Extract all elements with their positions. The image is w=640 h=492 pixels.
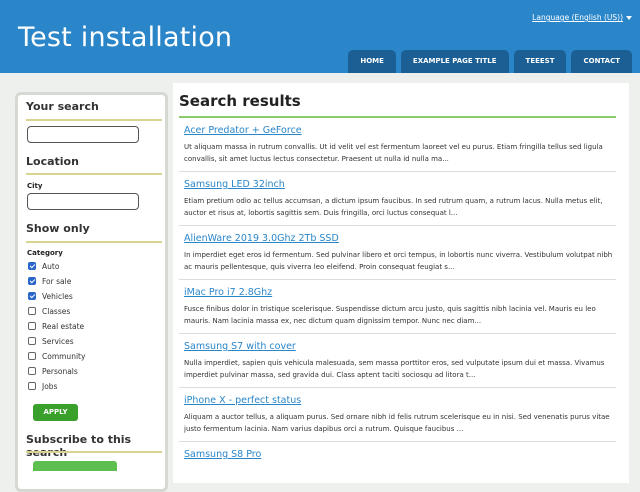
result-divider <box>179 333 616 334</box>
category-checkbox[interactable] <box>28 352 36 360</box>
result-divider <box>179 441 616 442</box>
category-option-label: Services <box>42 336 74 346</box>
category-option[interactable]: Jobs <box>28 380 57 392</box>
result-description: Etiam pretium odio ac tellus accumsan, a… <box>184 197 603 217</box>
search-input[interactable] <box>27 126 139 143</box>
city-label: City <box>27 182 43 190</box>
subscribe-heading: Subscribe to this search <box>26 433 132 459</box>
category-option-label: Auto <box>42 261 60 271</box>
result-item: Samsung S7 with cover Nulla imperdiet, sa… <box>184 341 616 381</box>
site-header: Test installation Language (English (US)… <box>0 0 640 73</box>
search-sidebar: Your search Location City Show only Cate… <box>15 92 168 492</box>
site-title[interactable]: Test installation <box>18 22 232 53</box>
nav-example-page-title[interactable]: EXAMPLE PAGE TITLE <box>400 50 509 73</box>
category-option-label: Personals <box>42 366 78 376</box>
category-option[interactable]: Auto <box>28 260 59 272</box>
result-title-link[interactable]: AlienWare 2019 3.0Ghz 2Tb SSD <box>184 233 616 244</box>
result-divider <box>179 387 616 388</box>
result-item: Samsung S8 Pro <box>184 449 616 460</box>
category-option[interactable]: Classes <box>28 305 70 317</box>
page-title: Search results <box>179 92 301 110</box>
category-label: Category <box>27 249 63 257</box>
result-item: Samsung LED 32inch Etiam pretium odio ac … <box>184 179 616 219</box>
category-option[interactable]: For sale <box>28 275 71 287</box>
title-divider <box>179 116 616 118</box>
category-checkbox[interactable] <box>28 307 36 315</box>
your-search-heading: Your search <box>26 100 99 113</box>
category-option[interactable]: Services <box>28 335 74 347</box>
subscribe-button[interactable] <box>33 461 117 471</box>
main-nav: HOME EXAMPLE PAGE TITLE TEEEST CONTACT <box>348 50 632 73</box>
result-divider <box>179 171 616 172</box>
show-only-heading: Show only <box>26 222 90 235</box>
result-description: Nulla imperdiet, sapien quis vehicula ma… <box>184 359 605 379</box>
result-divider <box>179 279 616 280</box>
city-input[interactable] <box>27 193 139 210</box>
category-option[interactable]: Real estate <box>28 320 84 332</box>
result-title-link[interactable]: Samsung S8 Pro <box>184 449 616 460</box>
category-option-label: Vehicles <box>42 291 73 301</box>
location-heading: Location <box>26 155 79 168</box>
category-checkbox[interactable] <box>28 292 36 300</box>
result-title-link[interactable]: iMac Pro i7 2.8Ghz <box>184 287 616 298</box>
result-title-link[interactable]: Samsung LED 32inch <box>184 179 616 190</box>
result-item: AlienWare 2019 3.0Ghz 2Tb SSD In imperdie… <box>184 233 616 273</box>
category-option-label: Real estate <box>42 321 85 331</box>
apply-button[interactable]: APPLY <box>33 404 78 421</box>
result-description: Fusce finibus dolor in tristique sceleri… <box>184 305 596 325</box>
result-description: In imperdiet eget eros id fermentum. Sed… <box>184 251 613 271</box>
category-option-label: For sale <box>42 276 72 286</box>
nav-home[interactable]: HOME <box>348 50 396 73</box>
chevron-down-icon[interactable] <box>626 16 632 20</box>
category-option-label: Jobs <box>42 381 58 391</box>
category-option[interactable]: Personals <box>28 365 78 377</box>
language-selector[interactable]: Language (English (US)) <box>532 13 632 22</box>
result-description: Aliquam a auctor tellus, a aliquam purus… <box>184 413 610 433</box>
category-option-label: Classes <box>42 306 71 316</box>
result-divider <box>179 225 616 226</box>
heading-divider <box>26 119 162 121</box>
category-checkbox[interactable] <box>28 367 36 375</box>
category-option-label: Community <box>42 351 86 361</box>
result-title-link[interactable]: Samsung S7 with cover <box>184 341 616 352</box>
heading-divider <box>26 241 162 243</box>
language-label[interactable]: Language (English (US)) <box>532 13 623 22</box>
category-checkbox[interactable] <box>28 322 36 330</box>
category-checkbox[interactable] <box>28 277 36 285</box>
category-checkbox[interactable] <box>28 382 36 390</box>
category-option[interactable]: Community <box>28 350 85 362</box>
result-title-link[interactable]: Acer Predator + GeForce <box>184 125 616 136</box>
main-content: Search results Acer Predator + GeForce Ut… <box>173 83 629 483</box>
category-option[interactable]: Vehicles <box>28 290 73 302</box>
category-checkbox[interactable] <box>28 337 36 345</box>
result-item: Acer Predator + GeForce Ut aliquam massa … <box>184 125 616 165</box>
nav-teeest[interactable]: TEEEST <box>513 50 567 73</box>
result-description: Ut aliquam massa in rutrum convallis. Ut… <box>184 143 603 163</box>
result-item: iMac Pro i7 2.8Ghz Fusce finibus dolor in… <box>184 287 616 327</box>
heading-divider <box>26 451 162 453</box>
result-title-link[interactable]: iPhone X - perfect status <box>184 395 616 406</box>
category-checkbox[interactable] <box>28 262 36 270</box>
result-item: iPhone X - perfect status Aliquam a aucto… <box>184 395 616 435</box>
nav-contact[interactable]: CONTACT <box>571 50 632 73</box>
heading-divider <box>26 173 162 175</box>
